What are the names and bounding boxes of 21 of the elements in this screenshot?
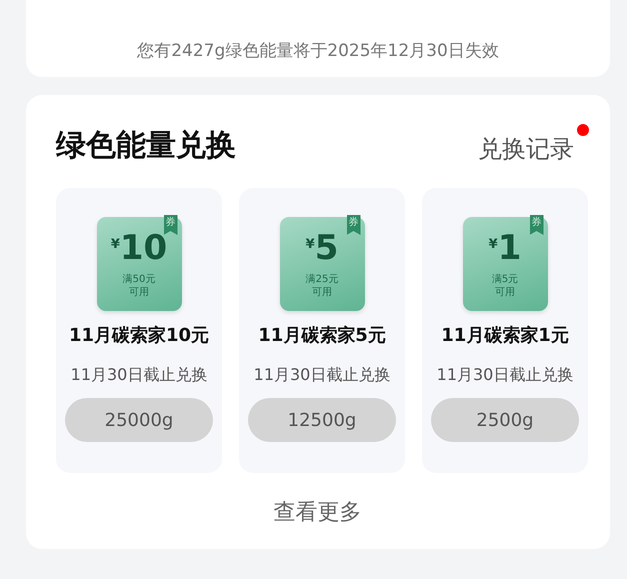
section-title: 绿色能量兑换 bbox=[56, 127, 236, 165]
voucher-usage: 可用 bbox=[495, 286, 515, 299]
voucher-name: 11月碳索家10元 bbox=[68, 324, 210, 347]
voucher-tag: 券 bbox=[346, 215, 360, 235]
view-more-link[interactable]: 查看更多 bbox=[274, 497, 362, 527]
record-link[interactable]: 兑换记录 bbox=[478, 132, 574, 164]
voucher-condition: 满50元 bbox=[122, 273, 156, 286]
voucher-condition: 满25元 bbox=[306, 273, 338, 286]
voucher-usage: 可用 bbox=[312, 286, 332, 299]
voucher-amount: ¥1 bbox=[488, 229, 522, 267]
voucher-usage: 可用 bbox=[129, 286, 149, 299]
deadline-text: 11月30日截止兑换 bbox=[70, 365, 208, 386]
expiry-notice: 您有2427g绿色能量将于2025年12月30日失效 bbox=[137, 40, 499, 63]
voucher-tag: 券 bbox=[164, 215, 178, 235]
voucher-tag: 券 bbox=[530, 215, 544, 235]
voucher-name: 11月碳索家1元 bbox=[441, 324, 569, 347]
voucher-condition: 满5元 bbox=[492, 273, 518, 286]
deadline-text: 11月30日截止兑换 bbox=[436, 365, 574, 386]
voucher-name: 11月碳索家5元 bbox=[258, 324, 386, 347]
deadline-text: 11月30日截止兑换 bbox=[254, 365, 390, 386]
voucher-amount: ¥5 bbox=[306, 229, 338, 267]
